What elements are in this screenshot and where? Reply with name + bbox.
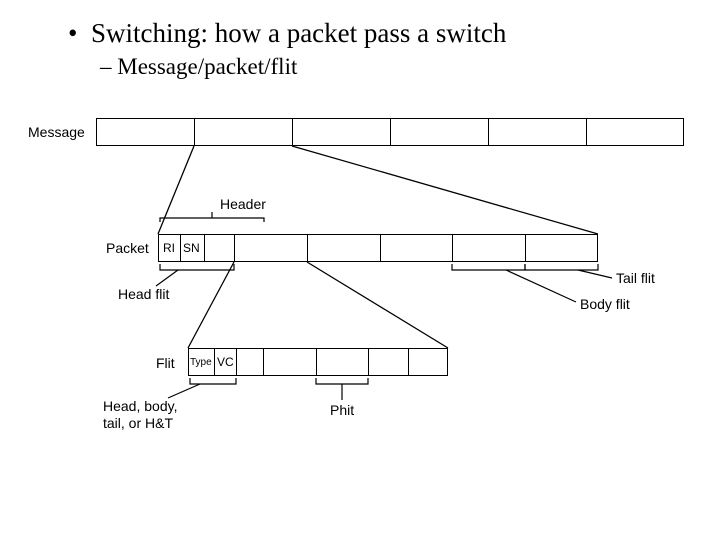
packet-sep <box>234 234 235 262</box>
flit-label: Flit <box>156 355 175 371</box>
packet-sep <box>452 234 453 262</box>
packet-label: Packet <box>106 240 149 256</box>
tail-flit-label: Tail flit <box>616 270 655 286</box>
bullet-sub-text: Message/packet/flit <box>117 54 297 79</box>
vc-field: VC <box>217 355 234 369</box>
flit-vc-sep <box>236 348 237 376</box>
header-label: Header <box>220 196 266 212</box>
bullet-marker: • <box>68 18 91 48</box>
flit-type-sep <box>214 348 215 376</box>
packet-sn-sep <box>204 234 205 262</box>
ri-field: RI <box>163 241 175 255</box>
body-flit-label: Body flit <box>580 296 630 312</box>
packet-sep <box>380 234 381 262</box>
packet-sep <box>307 234 308 262</box>
type-field: Type <box>190 357 212 368</box>
packet-rect <box>158 234 598 262</box>
flit-sep <box>316 348 317 376</box>
phit-label: Phit <box>330 402 354 418</box>
bullet-sub: – Message/packet/flit <box>100 54 297 80</box>
diagram-container: Message Header Packet <box>28 108 698 478</box>
dash-marker: – <box>100 54 117 79</box>
flit-sep <box>408 348 409 376</box>
packet-sep <box>525 234 526 262</box>
flit-sep <box>263 348 264 376</box>
head-flit-label: Head flit <box>118 286 169 302</box>
head-body-tail-label: Head, body, tail, or H&T <box>103 398 177 432</box>
packet-ri-sep <box>180 234 181 262</box>
bullet-main: • Switching: how a packet pass a switch <box>68 18 506 49</box>
sn-field: SN <box>183 241 200 255</box>
bullet-main-text: Switching: how a packet pass a switch <box>91 18 506 48</box>
flit-sep <box>368 348 369 376</box>
